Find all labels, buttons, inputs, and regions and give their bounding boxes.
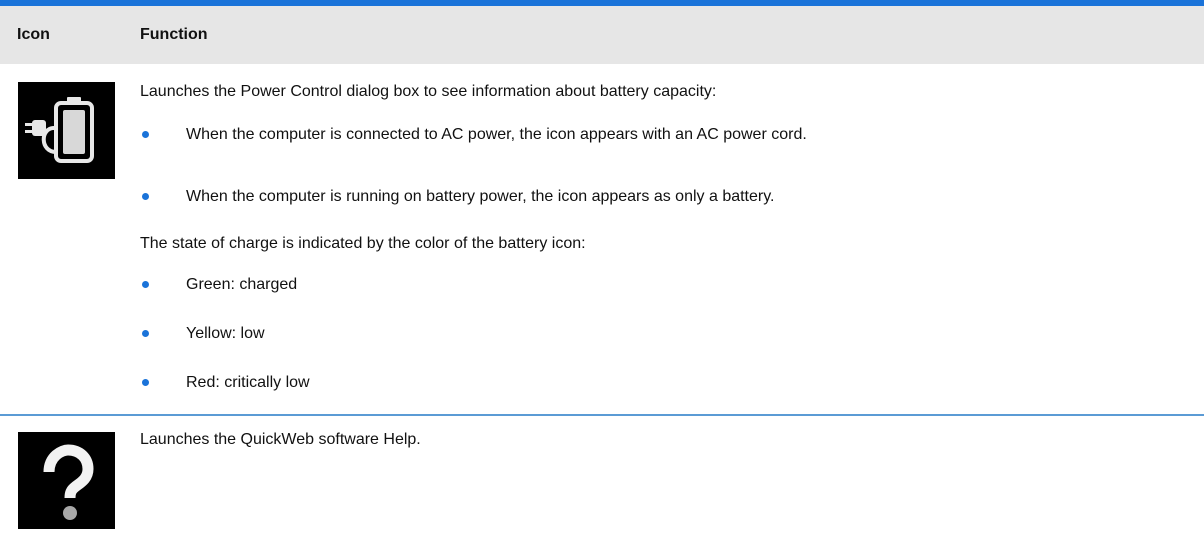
list-item: Green: charged <box>186 276 298 293</box>
row-divider <box>0 414 1204 416</box>
question-mark-icon <box>18 432 115 529</box>
bullet-dot <box>142 379 149 386</box>
list-item: Red: critically low <box>186 374 310 391</box>
bullet-dot <box>142 330 149 337</box>
header-function-label: Function <box>140 26 208 43</box>
row1-description: Launches the Power Control dialog box to… <box>140 83 717 100</box>
bullet-dot <box>142 193 149 200</box>
list-item: Yellow: low <box>186 325 265 342</box>
row2-description: Launches the QuickWeb software Help. <box>140 431 421 448</box>
list-item: When the computer is connected to AC pow… <box>186 126 807 143</box>
bullet-dot <box>142 281 149 288</box>
header-icon-label: Icon <box>17 26 50 43</box>
bullet-dot <box>142 131 149 138</box>
table-header-row: Icon Function <box>0 6 1204 64</box>
battery-power-icon <box>18 82 115 179</box>
row1-charge-note: The state of charge is indicated by the … <box>140 235 586 252</box>
list-item: When the computer is running on battery … <box>186 188 775 205</box>
